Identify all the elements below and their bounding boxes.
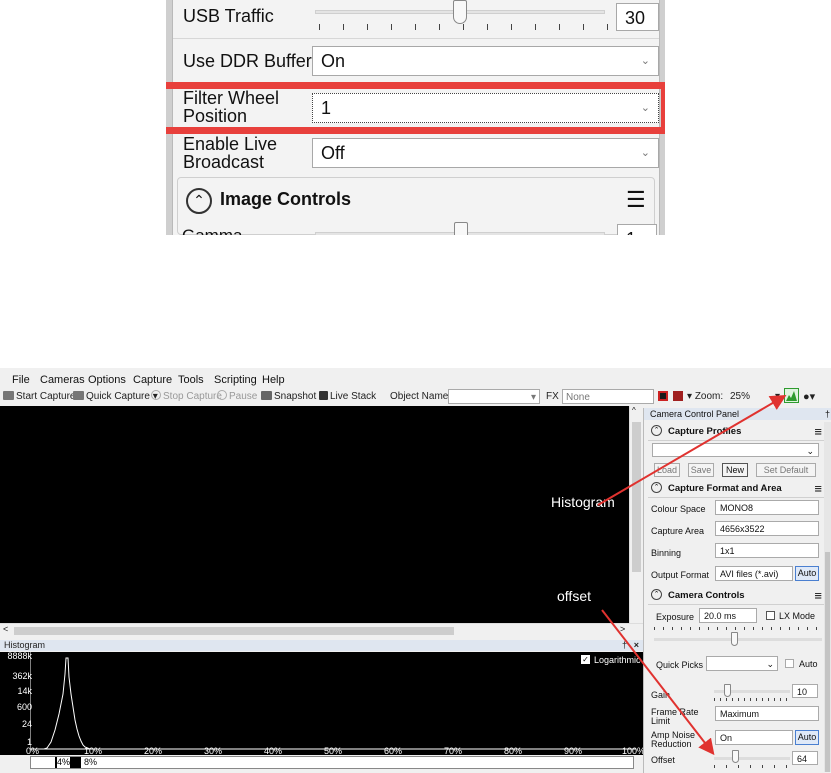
annotation-arrows — [597, 394, 787, 756]
arrow-to-histogram-button — [597, 394, 787, 506]
arrow-to-offset-control — [601, 609, 715, 756]
